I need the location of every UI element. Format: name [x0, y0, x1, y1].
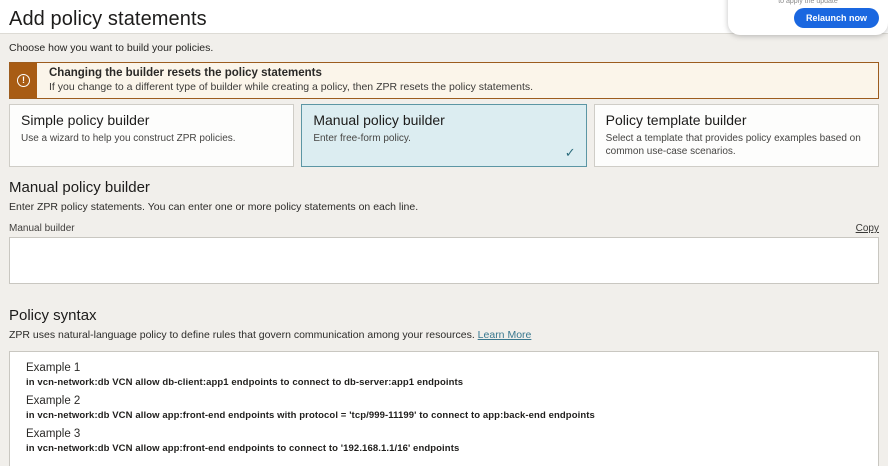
example-statement: in vcn-network:db VCN allow db-client:ap… [26, 377, 862, 388]
update-popup-message: to apply the update [728, 0, 888, 5]
manual-builder-label-row: Manual builder Copy [9, 223, 879, 234]
warning-text: Changing the builder resets the policy s… [37, 63, 543, 98]
main-content: Choose how you want to build your polici… [0, 34, 888, 466]
card-manual-policy-builder[interactable]: Manual policy builder Enter free-form po… [301, 104, 586, 167]
builder-cards-row: Simple policy builder Use a wizard to he… [9, 104, 879, 167]
policy-syntax-section: Policy syntax ZPR uses natural-language … [9, 307, 879, 466]
manual-builder-heading: Manual policy builder [9, 179, 879, 196]
policy-syntax-heading: Policy syntax [9, 307, 879, 324]
example-statement: in vcn-network:db VCN allow app:front-en… [26, 443, 862, 454]
card-policy-template-builder[interactable]: Policy template builder Select a templat… [594, 104, 879, 167]
manual-builder-textarea[interactable] [9, 237, 879, 284]
example-statement: in vcn-network:db VCN allow app:front-en… [26, 410, 862, 421]
policy-syntax-description: ZPR uses natural-language policy to defi… [9, 329, 879, 341]
policy-syntax-examples-box: Example 1 in vcn-network:db VCN allow db… [9, 351, 879, 466]
manual-builder-field-label: Manual builder [9, 223, 75, 234]
intro-text: Choose how you want to build your polici… [9, 42, 879, 54]
card-simple-policy-builder[interactable]: Simple policy builder Use a wizard to he… [9, 104, 294, 167]
warning-title: Changing the builder resets the policy s… [49, 67, 533, 79]
manual-builder-section: Manual policy builder Enter ZPR policy s… [9, 179, 879, 289]
example-label: Example 3 [26, 428, 862, 440]
example-label: Example 1 [26, 362, 862, 374]
copy-link[interactable]: Copy [856, 223, 879, 234]
policy-syntax-description-text: ZPR uses natural-language policy to defi… [9, 329, 475, 341]
card-title: Manual policy builder [313, 112, 574, 128]
card-title: Simple policy builder [21, 112, 282, 128]
card-description: Enter free-form policy. [313, 132, 574, 145]
warning-banner: ! Changing the builder resets the policy… [9, 62, 879, 99]
browser-update-popup: to apply the update Relaunch now [728, 0, 888, 35]
card-description: Use a wizard to help you construct ZPR p… [21, 132, 282, 145]
example-label: Example 2 [26, 395, 862, 407]
warning-body: If you change to a different type of bui… [49, 81, 533, 93]
manual-builder-description: Enter ZPR policy statements. You can ent… [9, 201, 879, 213]
card-description: Select a template that provides policy e… [606, 132, 867, 158]
learn-more-link[interactable]: Learn More [478, 329, 532, 341]
relaunch-now-button[interactable]: Relaunch now [794, 8, 879, 28]
alert-circle-icon: ! [17, 74, 30, 87]
warning-icon-block: ! [10, 63, 37, 98]
selected-check-icon: ✓ [565, 145, 576, 161]
card-title: Policy template builder [606, 112, 867, 128]
